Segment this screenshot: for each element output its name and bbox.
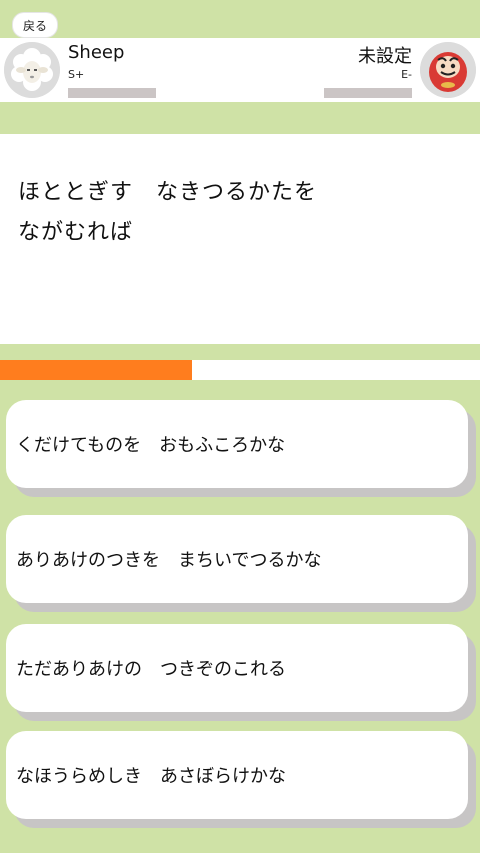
player-right-rank: E- bbox=[401, 68, 412, 81]
timer-fill bbox=[0, 360, 192, 380]
choice-button-4[interactable]: なほうらめしき あさぼらけかな bbox=[6, 731, 468, 819]
choice-button-1[interactable]: くだけてものを おもふころかな bbox=[6, 400, 468, 488]
top-bar: 戻る bbox=[0, 0, 480, 38]
player-left-rank: S+ bbox=[68, 68, 85, 81]
back-button[interactable]: 戻る bbox=[12, 12, 58, 38]
player-right-name: 未設定 bbox=[358, 46, 412, 67]
player-left-bar bbox=[68, 88, 156, 98]
timer-bar bbox=[0, 360, 480, 380]
sheep-icon bbox=[4, 42, 60, 98]
question-line-2: ながむれば bbox=[18, 220, 134, 245]
choice-label: ありあけのつきを まちいでつるかな bbox=[16, 550, 322, 571]
choice-button-3[interactable]: ただありあけの つきぞのこれる bbox=[6, 624, 468, 712]
choice-button-2[interactable]: ありあけのつきを まちいでつるかな bbox=[6, 515, 468, 603]
choice-label: なほうらめしき あさぼらけかな bbox=[16, 766, 286, 787]
player-header: Sheep S+ 未設定 E- bbox=[0, 38, 480, 102]
choice-label: ただありあけの つきぞのこれる bbox=[16, 659, 286, 680]
player-right-bar bbox=[324, 88, 412, 98]
choice-label: くだけてものを おもふころかな bbox=[16, 435, 286, 456]
daruma-icon bbox=[420, 42, 476, 98]
question-card: ほととぎす なきつるかたを ながむれば bbox=[0, 134, 480, 344]
question-line-1: ほととぎす なきつるかたを bbox=[18, 180, 318, 205]
player-left-name: Sheep bbox=[68, 42, 125, 63]
